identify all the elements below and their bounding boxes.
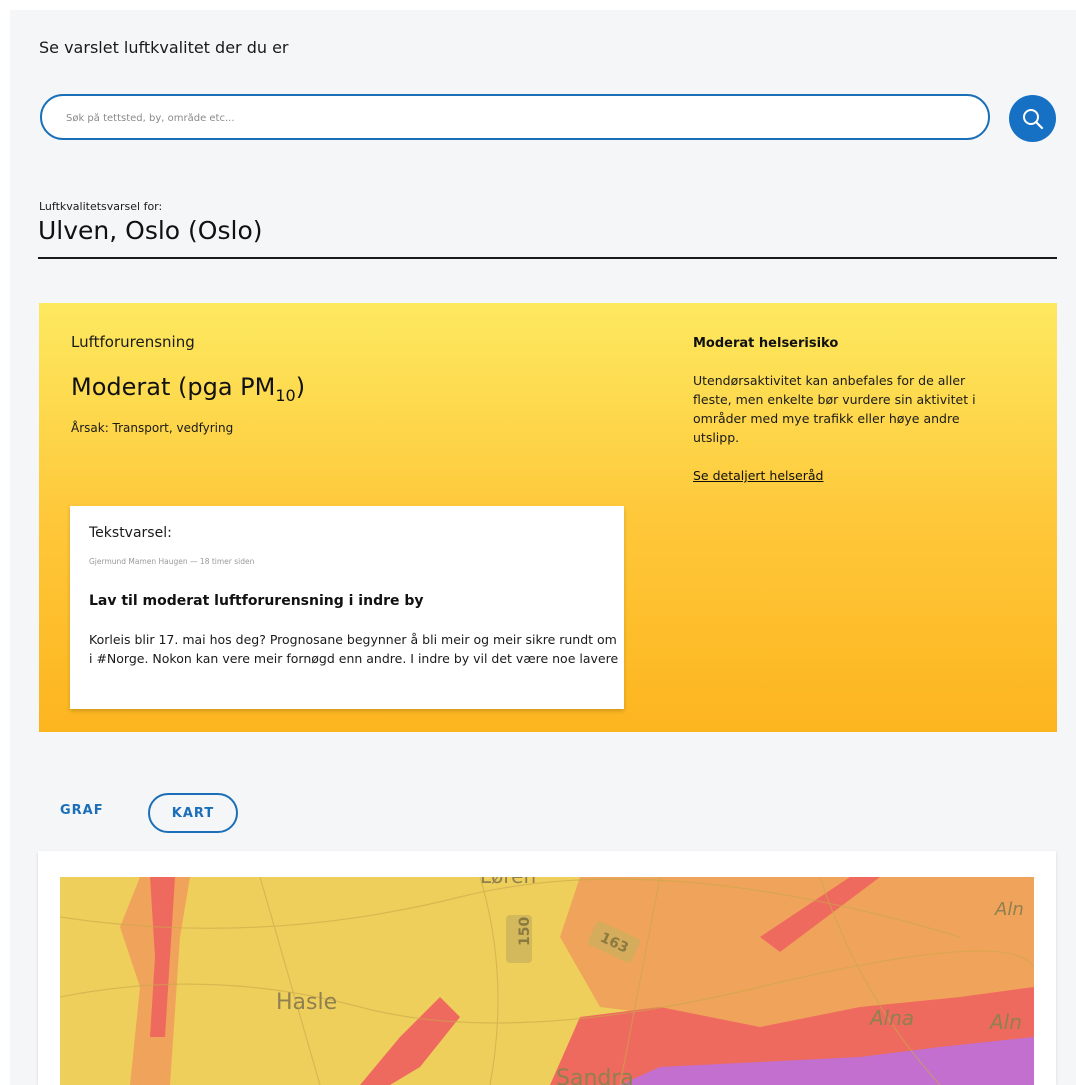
map-label-150: 150 [517,917,533,946]
health-advice-link[interactable]: Se detaljert helseråd [693,468,823,483]
pollution-level: Moderat (pga PM10) [71,373,305,405]
map-label-top: Løren [480,877,536,888]
health-risk-text: Utendørsaktivitet kan anbefales for de a… [693,373,976,445]
tab-graf[interactable]: GRAF [60,803,104,818]
text-forecast-heading: Tekstvarsel: [89,525,172,541]
page: Se varslet luftkvalitet der du er Luftkv… [10,10,1076,1085]
tab-kart[interactable]: KART [148,793,238,833]
map-label-hasle: Hasle [276,990,337,1015]
tab-kart-label: KART [171,805,215,821]
map-label-alna: Alna [868,1006,914,1030]
map-card: 150 163 Hasle Alna Aln Aln Sandra Løren [38,851,1056,1085]
map-label-sandra: Sandra [556,1066,634,1085]
search-icon [1022,108,1043,129]
forecast-heading: Luftforurensning [71,333,195,351]
search-input[interactable] [64,96,968,140]
pollution-level-sub: 10 [275,385,296,405]
health-risk-title: Moderat helserisiko [693,336,839,351]
text-forecast-card: Tekstvarsel: Gjermund Mamen Haugen — 18 … [70,506,624,709]
text-forecast-meta: Gjermund Mamen Haugen — 18 timer siden [89,557,255,566]
air-quality-map[interactable]: 150 163 Hasle Alna Aln Aln Sandra Løren [60,877,1034,1085]
intro-text: Se varslet luftkvalitet der du er [39,38,289,57]
map-canvas: 150 163 Hasle Alna Aln Aln Sandra Løren [60,877,1034,1085]
location-label: Luftkvalitetsvarsel for: [39,200,163,213]
text-forecast-body: Korleis blir 17. mai hos deg? Prognosane… [89,632,619,666]
text-forecast-title: Lav til moderat luftforurensning i indre… [89,593,424,609]
map-label-alna-right: Aln [988,1010,1022,1034]
search-box[interactable] [40,94,990,140]
search-button[interactable] [1009,95,1056,142]
pollution-level-prefix: Moderat (pga PM [71,373,276,401]
location-divider [38,257,1057,259]
pollution-level-suffix: ) [295,373,306,401]
forecast-panel: Luftforurensning Moderat (pga PM10) Årsa… [39,303,1057,732]
location-title: Ulven, Oslo (Oslo) [38,216,263,245]
map-label-alna-top: Aln [994,899,1024,920]
pollution-cause: Årsak: Transport, vedfyring [71,421,234,435]
